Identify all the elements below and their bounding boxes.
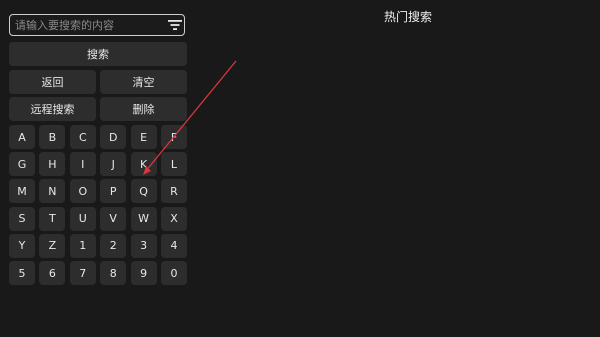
- filter-icon: [168, 20, 182, 30]
- search-input[interactable]: 请输入要搜索的内容: [9, 14, 185, 36]
- search-placeholder: 请输入要搜索的内容: [15, 19, 114, 32]
- search-button-label: 搜索: [87, 48, 109, 61]
- remote-search-button-label: 远程搜索: [30, 103, 75, 116]
- back-button[interactable]: 返回: [9, 70, 96, 94]
- key-i[interactable]: I: [69, 152, 96, 177]
- key-p[interactable]: P: [100, 179, 127, 204]
- back-button-label: 返回: [41, 76, 64, 89]
- key-s[interactable]: S: [9, 206, 35, 231]
- key-8[interactable]: 8: [100, 261, 127, 285]
- key-q[interactable]: Q: [130, 179, 157, 204]
- key-x[interactable]: X: [161, 206, 187, 231]
- key-r[interactable]: R: [161, 179, 187, 204]
- key-z[interactable]: Z: [39, 233, 66, 258]
- delete-button-label: 删除: [132, 103, 155, 116]
- hot-search-title: 热门搜索: [383, 10, 432, 24]
- key-0[interactable]: 0: [161, 261, 187, 285]
- key-o[interactable]: O: [69, 179, 96, 204]
- key-1[interactable]: 1: [69, 233, 96, 258]
- key-c[interactable]: C: [69, 125, 96, 149]
- key-h[interactable]: H: [39, 152, 66, 177]
- key-5[interactable]: 5: [9, 261, 35, 285]
- key-w[interactable]: W: [130, 206, 157, 231]
- clear-button-label: 清空: [132, 76, 155, 89]
- screen: 请输入要搜索的内容 搜索 返回 清空 远程搜索 删除 ABCDEF GHIJKL M…: [0, 0, 600, 337]
- key-g[interactable]: G: [9, 152, 35, 177]
- key-k[interactable]: K: [130, 152, 157, 177]
- key-6[interactable]: 6: [39, 261, 66, 285]
- key-a[interactable]: A: [9, 125, 35, 149]
- key-e[interactable]: E: [130, 125, 157, 149]
- key-4[interactable]: 4: [161, 233, 187, 258]
- key-3[interactable]: 3: [130, 233, 157, 258]
- key-v[interactable]: V: [100, 206, 127, 231]
- key-u[interactable]: U: [69, 206, 96, 231]
- key-b[interactable]: B: [39, 125, 66, 149]
- search-button[interactable]: 搜索: [9, 42, 187, 66]
- key-j[interactable]: J: [100, 152, 127, 177]
- key-l[interactable]: L: [161, 152, 187, 177]
- key-7[interactable]: 7: [69, 261, 96, 285]
- key-t[interactable]: T: [39, 206, 66, 231]
- filter-button[interactable]: [163, 14, 187, 36]
- key-d[interactable]: D: [100, 125, 127, 149]
- remote-search-button[interactable]: 远程搜索: [9, 97, 96, 121]
- key-m[interactable]: M: [9, 179, 35, 204]
- key-9[interactable]: 9: [130, 261, 157, 285]
- key-f[interactable]: F: [161, 125, 187, 149]
- key-n[interactable]: N: [39, 179, 66, 204]
- key-y[interactable]: Y: [9, 233, 35, 258]
- delete-button[interactable]: 删除: [100, 97, 187, 121]
- clear-button[interactable]: 清空: [100, 70, 187, 94]
- key-2[interactable]: 2: [100, 233, 127, 258]
